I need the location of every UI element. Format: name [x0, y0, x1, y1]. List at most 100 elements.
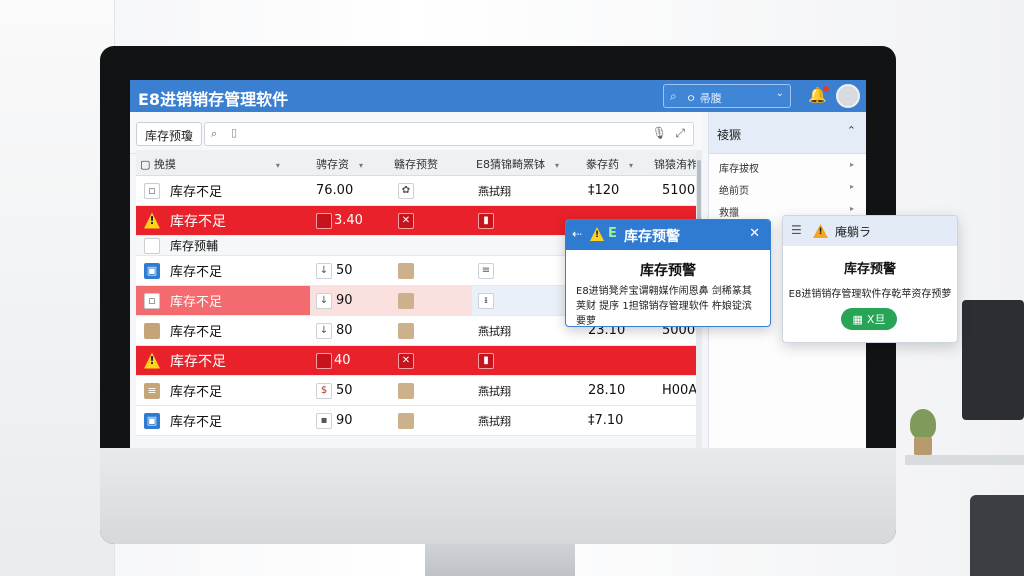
right-panel-item[interactable]: 库存拔杈 ▸: [709, 154, 866, 176]
chevron-right-icon: ▸: [849, 160, 854, 169]
search-icon: ⌕: [670, 89, 677, 103]
row-status: 库存不足: [170, 265, 223, 280]
down-icon: ↓: [316, 322, 332, 339]
stock-warning-dialog: ⇠ ! E 库存预警 ✕ 库存预警 E8进销凳斧宝谓翱媒作闹恩鼻 剑稀篆其荚财 …: [565, 219, 771, 327]
stock-icon: [316, 352, 332, 369]
expand-icon[interactable]: ⤢: [675, 126, 685, 141]
warning-icon: !: [144, 212, 160, 229]
filter-input[interactable]: ⌕ ▯ 🎙 ⤢: [204, 122, 694, 146]
package-icon: [398, 412, 414, 429]
package-icon: ≡: [144, 382, 160, 399]
dialog-letter: E: [608, 226, 617, 241]
table-row-alert[interactable]: ! 库存不足 40 ✕ ▮: [136, 346, 702, 376]
row-total: H00A: [662, 383, 698, 398]
tab-stock-warning[interactable]: 库存预瓊: [136, 122, 203, 146]
column-header[interactable]: E8猜锦畸罴钵 ▾: [476, 156, 559, 172]
flag-icon: ▮: [478, 352, 494, 369]
column-header[interactable]: 赣存预赘: [394, 156, 438, 172]
flag-icon: ᵻ: [478, 292, 494, 309]
right-panel-title: 祾獗: [717, 128, 742, 142]
close-icon: ✕: [398, 352, 414, 369]
table-row[interactable]: ▫ 库存不足 76.00 ✿ 燕拭翔 ‡120 5100: [136, 176, 702, 206]
menu-icon[interactable]: ☰: [791, 223, 802, 237]
search-text: ㅇ 帚腹: [686, 92, 722, 105]
row-status: 库存不足: [170, 353, 226, 370]
background-chair: [970, 495, 1024, 576]
stock-icon: [316, 212, 332, 229]
background-plant: [910, 405, 936, 455]
row-amount: ‡120: [588, 183, 620, 198]
warning-icon: !: [144, 352, 160, 369]
box-icon: ▫: [144, 292, 160, 309]
search-icon: ⌕: [211, 127, 218, 140]
table-row[interactable]: ▣ 库存不足 ▪ 90 燕拭翔 ‡7.10: [136, 406, 702, 436]
row-location: 燕拭翔: [478, 414, 511, 428]
package-icon: [144, 322, 160, 339]
package-icon: ✿: [398, 182, 414, 199]
column-header[interactable]: 骋存资 ▾: [316, 156, 363, 172]
back-arrow-icon[interactable]: ⇠: [572, 227, 582, 241]
row-qty: 50: [336, 383, 353, 398]
dialog-header-title: 庵躺ラ: [835, 225, 872, 239]
right-panel-header[interactable]: 祾獗 ⌃: [709, 112, 866, 154]
row-location: 燕拭翔: [478, 184, 511, 198]
row-location: 燕拭翔: [478, 384, 511, 398]
document-icon: ≡: [478, 262, 494, 279]
chevron-down-icon: ⌄: [775, 88, 784, 99]
row-qty: 76.00: [316, 183, 354, 198]
monitor-chin: [100, 448, 896, 544]
table-header: ▢ 挽摸 ▾ 骋存资 ▾ 赣存预赘 E8猜锦畸罴钵 ▾ 豢存药 ▾ 锦猿洧祚: [136, 150, 702, 176]
monitor-stand: [425, 544, 575, 576]
row-total: 5100: [662, 183, 696, 198]
table-row[interactable]: ≡ 库存不足 $50 燕拭翔 28.10 H00A: [136, 376, 702, 406]
global-search[interactable]: ⌕ ㅇ 帚腹 ⌄: [663, 84, 791, 108]
column-header[interactable]: 豢存药 ▾: [586, 156, 633, 172]
chevron-right-icon: ▸: [849, 182, 854, 191]
box-icon: ▫: [144, 182, 160, 199]
row-status: 库存不足: [170, 185, 223, 200]
right-panel-item[interactable]: 绝前页 ▸: [709, 176, 866, 198]
column-header[interactable]: 锦猿洧祚: [654, 156, 698, 172]
app-titlebar: E8进销销存管理软件 ⌕ ㅇ 帚腹 ⌄ 🔔: [130, 80, 866, 112]
row-status: 库存不足: [170, 213, 226, 230]
dialog-message: E8进销销存管理软件存乾苹资存预萝: [788, 289, 952, 300]
package-icon: [398, 292, 414, 309]
row-amount: 28.10: [588, 383, 626, 398]
dialog-header-title: 库存预警: [624, 229, 680, 245]
chevron-right-icon: ▸: [849, 204, 854, 213]
stock-icon: ▪: [316, 412, 332, 429]
notification-bell-icon[interactable]: 🔔: [808, 86, 829, 104]
dialog-message: E8进销凳斧宝谓翱媒作闹恩鼻 剑稀篆其荚财 提序 1担锦销存管理软件 杵娘锭滨要…: [576, 286, 752, 327]
box-icon: ▣: [144, 262, 160, 279]
package-icon: [398, 322, 414, 339]
notification-dot: [822, 86, 829, 92]
row-qty: 50: [336, 263, 353, 278]
row-qty: 40: [334, 353, 351, 368]
column-header[interactable]: ▢ 挽摸 ▾: [140, 156, 280, 172]
row-qty: 90: [336, 413, 353, 428]
microphone-icon[interactable]: 🎙: [652, 126, 667, 140]
row-qty: 3.40: [334, 213, 363, 228]
confirm-button-label: X旦: [866, 313, 886, 326]
side-warning-dialog: ☰ ! 庵躺ラ 库存预警 E8进销销存管理软件存乾苹资存预萝 ▦ X旦: [782, 215, 958, 343]
background-monitor: [962, 300, 1024, 420]
row-status: 库存不足: [170, 385, 223, 400]
dialog-title: 库存预警: [843, 262, 896, 277]
confirm-button[interactable]: ▦ X旦: [841, 308, 897, 330]
down-icon: ↓: [316, 262, 332, 279]
checkbox-icon[interactable]: [144, 237, 160, 254]
package-icon: [398, 382, 414, 399]
close-icon[interactable]: ✕: [749, 226, 760, 241]
dialog-header: ☰ ! 庵躺ラ: [783, 216, 957, 246]
group-label: 库存预輔: [170, 239, 219, 253]
row-amount: ‡7.10: [588, 413, 624, 428]
down-icon: ↓: [316, 292, 332, 309]
app-title: E8进销销存管理软件: [138, 90, 289, 109]
package-icon: [398, 262, 414, 279]
box-icon: ▣: [144, 412, 160, 429]
row-status: 库存不足: [170, 325, 223, 340]
avatar[interactable]: [836, 84, 860, 108]
dialog-title: 库存预警: [640, 263, 696, 279]
warning-icon: !: [590, 227, 604, 241]
chevron-up-icon[interactable]: ⌃: [847, 124, 856, 137]
